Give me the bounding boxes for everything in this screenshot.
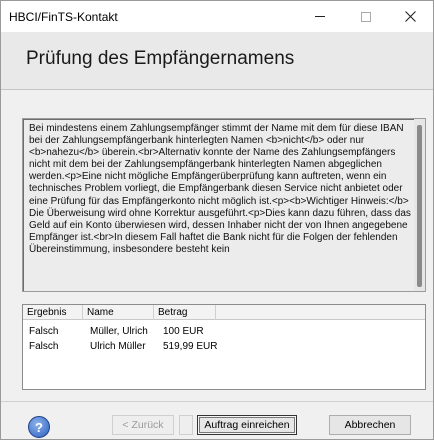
cell-ergebnis: Falsch xyxy=(29,341,59,352)
info-text-scrollbar[interactable] xyxy=(414,119,425,291)
column-header-betrag[interactable]: Betrag xyxy=(154,305,216,320)
cell-name: Ulrich Müller xyxy=(90,341,146,352)
results-table: Ergebnis Name Betrag Falsch Müller, Ulri… xyxy=(22,304,426,390)
close-button[interactable] xyxy=(387,1,433,32)
minimize-icon xyxy=(315,16,325,17)
maximize-icon xyxy=(361,11,371,22)
table-header: Ergebnis Name Betrag xyxy=(23,305,425,320)
cell-betrag: 100 EUR xyxy=(163,326,204,337)
info-text: Bei mindestens einem Zahlungsempfänger s… xyxy=(29,123,411,255)
close-icon xyxy=(404,11,416,22)
submit-order-button[interactable]: Auftrag einreichen xyxy=(197,415,297,435)
cancel-button[interactable]: Abbrechen xyxy=(329,415,411,435)
table-row[interactable]: Falsch Ulrich Müller 519,99 EUR xyxy=(23,340,425,353)
page-title: Prüfung des Empfängernamens xyxy=(26,48,295,69)
column-header-ergebnis[interactable]: Ergebnis xyxy=(23,305,83,320)
info-text-panel[interactable]: Bei mindestens einem Zahlungsempfänger s… xyxy=(22,118,426,292)
title-bar[interactable]: HBCI/FinTS-Kontakt xyxy=(1,1,433,32)
window-title: HBCI/FinTS-Kontakt xyxy=(9,10,118,24)
scrollbar-thumb[interactable] xyxy=(417,125,422,287)
footer-divider xyxy=(1,401,433,402)
help-button[interactable]: ? xyxy=(28,416,50,438)
column-header-name[interactable]: Name xyxy=(83,305,154,320)
cell-ergebnis: Falsch xyxy=(29,326,59,337)
help-icon: ? xyxy=(35,419,43,435)
back-button[interactable]: < Zurück xyxy=(112,415,174,435)
dialog-window: HBCI/FinTS-Kontakt Prüfung des Empfänger… xyxy=(0,0,434,440)
maximize-button[interactable] xyxy=(343,1,389,32)
wizard-header: Prüfung des Empfängernamens xyxy=(1,32,433,90)
next-button[interactable] xyxy=(179,415,193,435)
cell-name: Müller, Ulrich xyxy=(90,326,148,337)
cell-betrag: 519,99 EUR xyxy=(163,341,218,352)
table-row[interactable]: Falsch Müller, Ulrich 100 EUR xyxy=(23,325,425,338)
minimize-button[interactable] xyxy=(297,1,343,32)
